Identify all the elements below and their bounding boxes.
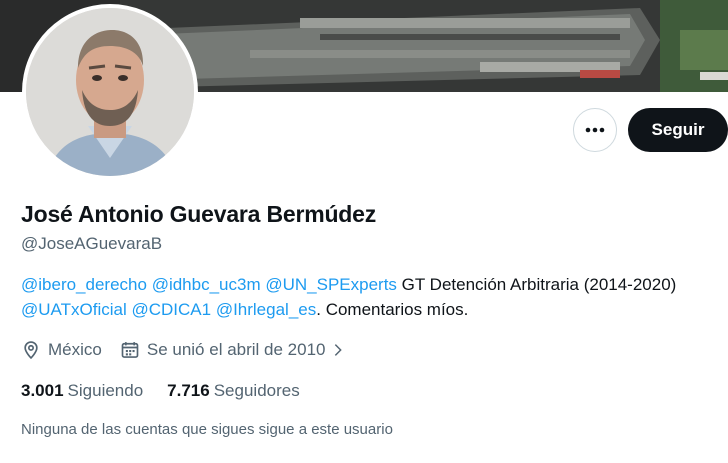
bio-mention-link[interactable]: @idhbc_uc3m bbox=[152, 275, 261, 294]
bio-mention-link[interactable]: @UN_SPExperts bbox=[265, 275, 397, 294]
bio-mention-link[interactable]: @UATxOficial bbox=[21, 300, 127, 319]
more-horizontal-icon bbox=[585, 127, 605, 133]
location-pin-icon bbox=[24, 341, 38, 360]
followers-label: Seguidores bbox=[213, 381, 300, 400]
bio-text: . Comentarios míos. bbox=[316, 300, 469, 319]
more-options-button[interactable] bbox=[573, 108, 617, 152]
followers-link[interactable]: 7.716 Seguidores bbox=[167, 381, 300, 401]
following-count: 3.001 bbox=[21, 381, 64, 400]
bio-mention-link[interactable]: @Ihrlegal_es bbox=[216, 300, 316, 319]
profile-avatar[interactable] bbox=[22, 4, 198, 180]
mutual-followers-note: Ninguna de las cuentas que sigues sigue … bbox=[21, 421, 393, 438]
display-name: José Antonio Guevara Bermúdez bbox=[21, 201, 377, 227]
bio-text: GT Detención Arbitraria (2014-2020) bbox=[396, 275, 677, 294]
location-text: México bbox=[48, 340, 102, 359]
bio-mention-link[interactable]: @ibero_derecho bbox=[21, 275, 147, 294]
follow-button[interactable]: Seguir bbox=[628, 108, 728, 152]
following-label: Siguiendo bbox=[67, 381, 144, 400]
avatar-photo bbox=[26, 8, 194, 176]
location: México bbox=[21, 340, 102, 360]
followers-count: 7.716 bbox=[167, 381, 210, 400]
calendar-icon bbox=[121, 342, 139, 358]
chevron-right-icon bbox=[334, 344, 342, 356]
user-handle: @JoseAGuevaraB bbox=[21, 234, 163, 253]
join-date[interactable]: Se unió el abril de 2010 bbox=[120, 340, 346, 360]
profile-bio: @ibero_derecho @idhbc_uc3m @UN_SPExperts… bbox=[21, 272, 701, 322]
profile-meta: México Se unió el abril de 2010 bbox=[21, 338, 346, 362]
join-date-text: Se unió el abril de 2010 bbox=[146, 340, 326, 359]
follow-counts: 3.001 Siguiendo 7.716 Seguidores bbox=[21, 381, 300, 401]
bio-mention-link[interactable]: @CDICA1 bbox=[131, 300, 211, 319]
following-link[interactable]: 3.001 Siguiendo bbox=[21, 381, 143, 401]
